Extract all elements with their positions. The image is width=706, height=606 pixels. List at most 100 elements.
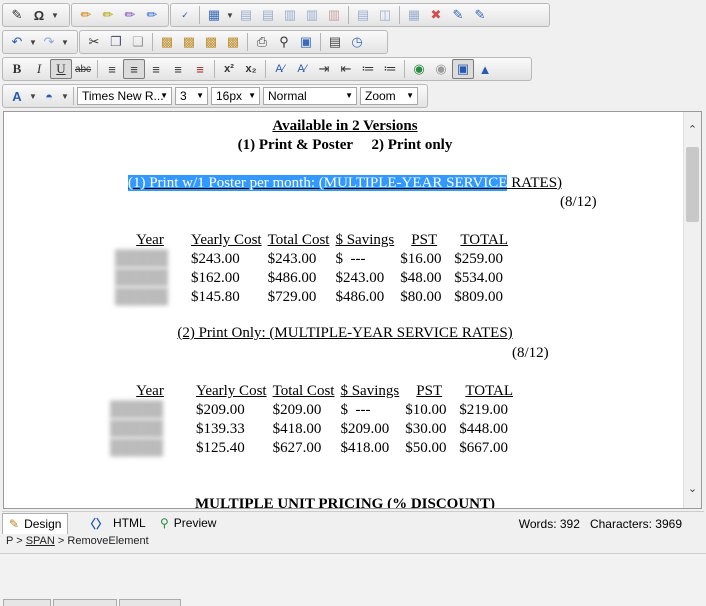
- highlighter-icon[interactable]: ✏: [75, 5, 97, 25]
- scroll-thumb[interactable]: [686, 147, 699, 222]
- tab-preview[interactable]: ⚲ Preview: [154, 513, 222, 533]
- cut-icon[interactable]: ✂: [83, 32, 105, 52]
- clipboard-group: ✂ ❐ ❏ ▩ ▩ ▩ ▩ ⎙ ⚲ ▣ ▤ ◷: [79, 30, 388, 54]
- edit-icon[interactable]: ✎: [6, 5, 28, 25]
- insert-row-icon[interactable]: ▤: [235, 5, 257, 25]
- code-icon: 〈〉: [84, 516, 109, 531]
- delete-table-icon[interactable]: ✖: [425, 5, 447, 25]
- breadcrumb-remove-element[interactable]: RemoveElement: [67, 535, 148, 547]
- italic-button[interactable]: I: [28, 59, 50, 79]
- indent-icon[interactable]: ⇥: [313, 59, 335, 79]
- col-header: $ Savings: [335, 232, 395, 248]
- delete-column-icon[interactable]: ▥: [323, 5, 345, 25]
- font-size-select[interactable]: 3 ▼: [175, 87, 208, 105]
- link-icon[interactable]: ◉: [408, 59, 430, 79]
- bullet-list-icon[interactable]: ≔: [379, 59, 401, 79]
- tab-design[interactable]: ✎ Design: [2, 513, 69, 534]
- outdent-icon[interactable]: ⇤: [335, 59, 357, 79]
- table-cell: $486.00: [267, 270, 317, 286]
- font-name-select[interactable]: Times New R... ▼: [77, 87, 172, 105]
- redo-icon[interactable]: ↷: [38, 32, 60, 52]
- paste-html-icon[interactable]: ▩: [200, 32, 222, 52]
- table-cell: $667.00: [459, 440, 508, 456]
- chevron-down-icon[interactable]: ▼: [60, 86, 70, 106]
- show-borders-icon[interactable]: ▣: [452, 59, 474, 79]
- breadcrumb-span[interactable]: SPAN: [26, 535, 55, 547]
- table-cell: $ ---: [340, 402, 371, 418]
- paste-icon[interactable]: ❏: [127, 32, 149, 52]
- table-cell: $50.00: [405, 440, 447, 456]
- editor-area[interactable]: Available in 2 Versions (1) Print & Post…: [3, 111, 702, 509]
- insert-column-icon[interactable]: ▥: [301, 5, 323, 25]
- table-cell: $534.00: [454, 270, 503, 286]
- table-cell: $48.00: [400, 270, 442, 286]
- col-header: PST: [416, 383, 443, 399]
- align-left-icon[interactable]: ≡: [101, 59, 123, 79]
- highlight-color-icon[interactable]: ◓: [38, 86, 60, 106]
- unlink-icon[interactable]: ◉: [430, 59, 452, 79]
- spellcheck-icon[interactable]: ✓: [174, 5, 196, 25]
- align-none-icon[interactable]: ≡: [189, 59, 211, 79]
- chevron-down-icon: ▼: [345, 91, 353, 100]
- clean-icon[interactable]: ▩: [222, 32, 244, 52]
- clock-icon[interactable]: ◷: [346, 32, 368, 52]
- font-px-select[interactable]: 16px ▼: [211, 87, 260, 105]
- table-cell: $259.00: [454, 251, 503, 267]
- highlighter-icon[interactable]: ✏: [119, 5, 141, 25]
- print-icon[interactable]: ⎙: [251, 32, 273, 52]
- insert-row-icon[interactable]: ▤: [257, 5, 279, 25]
- highlighter-icon[interactable]: ✏: [141, 5, 163, 25]
- tab-html[interactable]: 〈〉 HTML: [78, 513, 152, 533]
- subscript-button[interactable]: x₂: [240, 59, 262, 79]
- chevron-down-icon[interactable]: ▼: [60, 32, 70, 52]
- highlighter-icon[interactable]: ✏: [97, 5, 119, 25]
- paragraph-style-select[interactable]: Normal ▼: [263, 87, 357, 105]
- vertical-scrollbar[interactable]: ⌃ ⌄: [683, 112, 701, 508]
- table-cell: $30.00: [405, 421, 447, 437]
- col-header: TOTAL: [465, 383, 514, 399]
- chevron-down-icon[interactable]: ▼: [225, 5, 235, 25]
- chevron-down-icon[interactable]: ▼: [28, 32, 38, 52]
- table-props-icon[interactable]: ▦: [403, 5, 425, 25]
- scroll-down-icon[interactable]: ⌄: [684, 481, 701, 498]
- undo-icon[interactable]: ↶: [6, 32, 28, 52]
- underline-button[interactable]: U: [50, 59, 72, 79]
- col-header: Yearly Cost: [191, 232, 262, 248]
- merge-cells-icon[interactable]: ▤: [352, 5, 374, 25]
- image-icon[interactable]: ▲: [474, 59, 496, 79]
- edit-table-icon[interactable]: ✎: [469, 5, 491, 25]
- format-painter-icon[interactable]: A⁄: [269, 59, 291, 79]
- align-center-icon[interactable]: ≡: [123, 59, 145, 79]
- numbered-list-icon[interactable]: ≔: [357, 59, 379, 79]
- chevron-down-icon[interactable]: ▼: [50, 5, 60, 25]
- selected-text: (1) Print w/1 Poster per month: (MULTIPL…: [127, 175, 508, 191]
- omega-icon[interactable]: Ω: [28, 5, 50, 25]
- chevron-down-icon[interactable]: ▼: [28, 86, 38, 106]
- col-header: Year: [136, 232, 164, 248]
- breadcrumb-p[interactable]: P >: [6, 535, 23, 547]
- bold-button[interactable]: B: [6, 59, 28, 79]
- table-cell: $243.00: [267, 251, 317, 267]
- table-row: █████ $139.33 $418.00 $209.00 $30.00 $44…: [107, 420, 522, 439]
- clear-format-icon[interactable]: A⁄: [291, 59, 313, 79]
- split-cells-icon[interactable]: ◫: [374, 5, 396, 25]
- copy-icon[interactable]: ❐: [105, 32, 127, 52]
- select-all-icon[interactable]: ▣: [295, 32, 317, 52]
- strikethrough-button[interactable]: abc: [72, 59, 94, 79]
- insert-column-icon[interactable]: ▥: [279, 5, 301, 25]
- chevron-down-icon: ▼: [160, 91, 168, 100]
- find-icon[interactable]: ⚲: [273, 32, 295, 52]
- paste-text-icon[interactable]: ▩: [156, 32, 178, 52]
- edit-cell-icon[interactable]: ✎: [447, 5, 469, 25]
- superscript-button[interactable]: x²: [218, 59, 240, 79]
- zoom-select[interactable]: Zoom ▼: [360, 87, 418, 105]
- page-props-icon[interactable]: ▤: [324, 32, 346, 52]
- align-right-icon[interactable]: ≡: [145, 59, 167, 79]
- table-icon[interactable]: ▦: [203, 5, 225, 25]
- col-header: Year: [136, 383, 164, 399]
- font-color-icon[interactable]: A: [6, 86, 28, 106]
- scroll-up-icon[interactable]: ⌃: [684, 122, 701, 139]
- align-justify-icon[interactable]: ≡: [167, 59, 189, 79]
- paste-word-icon[interactable]: ▩: [178, 32, 200, 52]
- section1-date: (8/12): [560, 194, 597, 210]
